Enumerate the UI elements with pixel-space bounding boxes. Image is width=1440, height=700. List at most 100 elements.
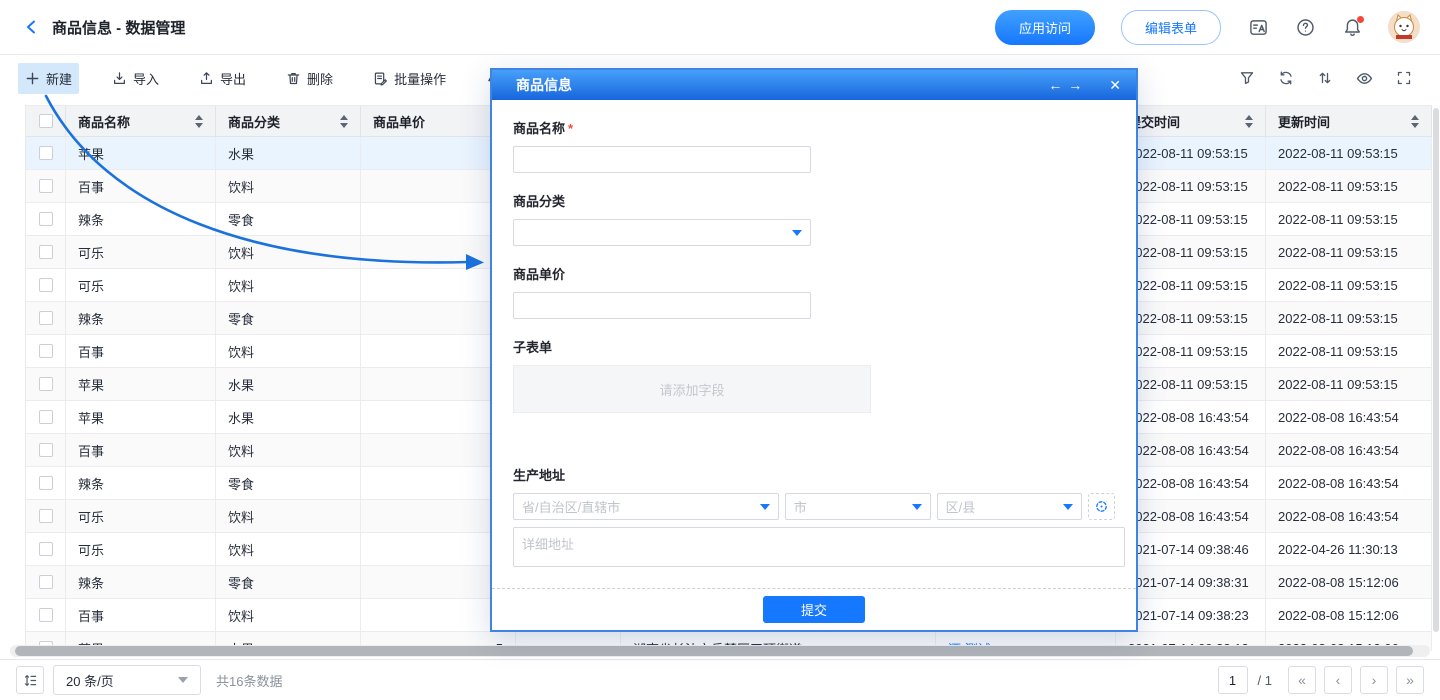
new-button[interactable]: 新建 [18, 63, 79, 94]
submit-button[interactable]: 提交 [763, 596, 865, 623]
row-checkbox[interactable] [39, 278, 53, 292]
column-header-submit-time[interactable]: 提交时间 [1116, 106, 1266, 137]
avatar[interactable] [1388, 11, 1420, 43]
row-checkbox[interactable] [39, 344, 53, 358]
checkbox-cell [26, 467, 66, 500]
help-icon[interactable] [1296, 18, 1315, 37]
name-cell: 百事 [66, 434, 216, 467]
view-tools [1239, 70, 1422, 87]
row-checkbox[interactable] [39, 509, 53, 523]
submit-time-cell: 2022-08-11 09:53:15 [1116, 137, 1266, 170]
edit-form-button[interactable]: 编辑表单 [1121, 10, 1221, 45]
back-button[interactable] [22, 17, 42, 37]
submit-time-cell: 2022-08-08 16:43:54 [1116, 401, 1266, 434]
first-page-button[interactable]: « [1288, 666, 1316, 694]
locate-button[interactable] [1088, 493, 1115, 520]
product-info-modal: 商品信息 ← → ✕ 商品名称* 商品分类 商品单价 子表单 请添加字段 生产地… [490, 68, 1138, 632]
import-icon [112, 71, 127, 86]
submit-time-cell: 2022-08-11 09:53:15 [1116, 170, 1266, 203]
select-all-cell [26, 106, 66, 137]
category-cell: 零食 [216, 566, 361, 599]
vertical-scrollbar-thumb[interactable] [1433, 108, 1439, 632]
sort-icon[interactable] [1317, 70, 1333, 86]
bell-icon[interactable] [1343, 18, 1362, 37]
delete-button[interactable]: 删除 [279, 63, 340, 94]
modal-body: 商品名称* 商品分类 商品单价 子表单 请添加字段 生产地址 省/自治区/直辖市… [492, 100, 1136, 630]
row-checkbox[interactable] [39, 608, 53, 622]
city-select[interactable]: 市 [785, 493, 931, 520]
chevron-down-icon [178, 677, 188, 683]
row-checkbox[interactable] [39, 212, 53, 226]
product-price-input[interactable] [513, 292, 811, 319]
row-checkbox[interactable] [39, 377, 53, 391]
horizontal-scrollbar[interactable] [10, 645, 1430, 657]
name-cell: 可乐 [66, 533, 216, 566]
update-time-cell: 2022-08-11 09:53:15 [1266, 368, 1432, 401]
submit-time-cell: 2022-08-08 16:43:54 [1116, 434, 1266, 467]
row-height-button[interactable] [16, 666, 44, 694]
horizontal-scrollbar-thumb[interactable] [15, 646, 1413, 656]
submit-time-cell: 2022-08-11 09:53:15 [1116, 236, 1266, 269]
close-icon[interactable]: ✕ [1109, 77, 1122, 94]
subform-placeholder-box[interactable]: 请添加字段 [513, 365, 871, 413]
column-header-name[interactable]: 商品名称 [66, 106, 216, 137]
page-number-input[interactable] [1218, 666, 1248, 694]
detail-address-textarea[interactable] [513, 527, 1125, 567]
column-header-category[interactable]: 商品分类 [216, 106, 361, 137]
sort-toggle-icon[interactable] [334, 115, 348, 128]
next-page-button[interactable]: › [1360, 666, 1388, 694]
row-checkbox[interactable] [39, 146, 53, 160]
batch-operations-button[interactable]: 批量操作 [366, 63, 453, 94]
category-cell: 饮料 [216, 170, 361, 203]
submit-time-cell: 2021-07-14 09:38:31 [1116, 566, 1266, 599]
category-cell: 饮料 [216, 434, 361, 467]
checkbox-cell [26, 401, 66, 434]
row-checkbox[interactable] [39, 179, 53, 193]
update-time-cell: 2022-08-08 16:43:54 [1266, 500, 1432, 533]
update-time-cell: 2022-08-11 09:53:15 [1266, 170, 1432, 203]
category-cell: 水果 [216, 368, 361, 401]
filter-icon[interactable] [1239, 70, 1255, 86]
app-access-button[interactable]: 应用访问 [995, 10, 1095, 45]
sort-toggle-icon[interactable] [1405, 115, 1419, 128]
row-checkbox[interactable] [39, 476, 53, 490]
row-checkbox[interactable] [39, 443, 53, 457]
eye-icon[interactable] [1356, 70, 1373, 87]
update-time-cell: 2022-08-08 15:12:06 [1266, 566, 1432, 599]
category-cell: 饮料 [216, 269, 361, 302]
sort-toggle-icon[interactable] [189, 115, 203, 128]
province-select[interactable]: 省/自治区/直辖市 [513, 493, 779, 520]
update-time-cell: 2022-08-08 16:43:54 [1266, 467, 1432, 500]
select-all-checkbox[interactable] [39, 114, 53, 128]
fullscreen-icon[interactable] [1396, 70, 1412, 86]
export-button[interactable]: 导出 [192, 63, 253, 94]
row-checkbox[interactable] [39, 542, 53, 556]
app-header: 商品信息 - 数据管理 应用访问 编辑表单 [0, 0, 1440, 55]
product-name-input[interactable] [513, 146, 811, 173]
row-checkbox[interactable] [39, 245, 53, 259]
prev-page-button[interactable]: ‹ [1324, 666, 1352, 694]
name-cell: 辣条 [66, 467, 216, 500]
checkbox-cell [26, 302, 66, 335]
modal-header[interactable]: 商品信息 ← → ✕ [492, 70, 1136, 100]
refresh-icon[interactable] [1278, 70, 1294, 86]
column-header-update-time[interactable]: 更新时间 [1266, 106, 1432, 137]
row-checkbox[interactable] [39, 410, 53, 424]
translate-icon[interactable] [1249, 18, 1268, 37]
district-select[interactable]: 区/县 [937, 493, 1083, 520]
production-address-label: 生产地址 [513, 465, 1115, 484]
row-checkbox[interactable] [39, 575, 53, 589]
checkbox-cell [26, 269, 66, 302]
row-height-icon [23, 673, 38, 688]
page-size-select[interactable]: 20 条/页 [53, 665, 201, 695]
checkbox-cell [26, 599, 66, 632]
category-cell: 零食 [216, 203, 361, 236]
sort-toggle-icon[interactable] [1239, 115, 1253, 128]
product-category-select[interactable] [513, 219, 811, 246]
expand-arrows-icon[interactable]: ← → [1048, 77, 1083, 93]
row-checkbox[interactable] [39, 311, 53, 325]
checkbox-cell [26, 170, 66, 203]
last-page-button[interactable]: » [1396, 666, 1424, 694]
submit-time-cell: 2022-08-11 09:53:15 [1116, 368, 1266, 401]
import-button[interactable]: 导入 [105, 63, 166, 94]
